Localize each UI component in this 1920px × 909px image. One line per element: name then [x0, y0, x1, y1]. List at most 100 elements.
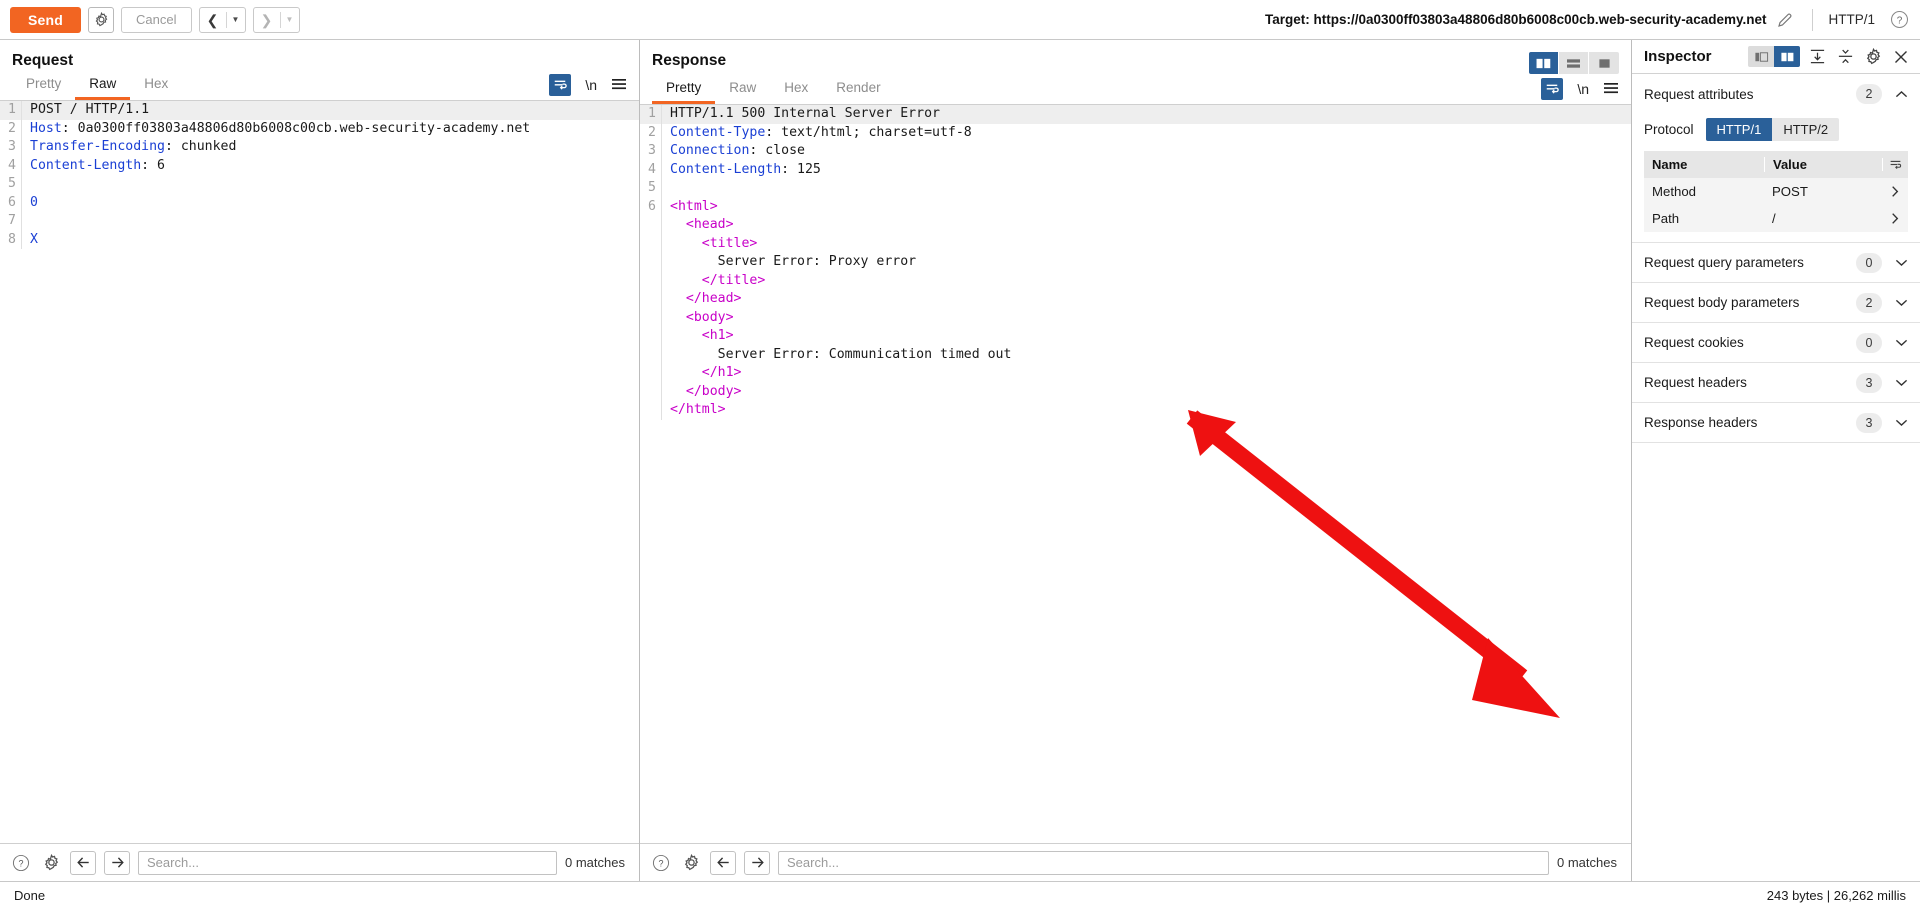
request-menu-button[interactable]: [611, 77, 627, 94]
line-content: [22, 212, 38, 231]
inspector-body: Request attributes 2 Protocol HTTP/1 HTT…: [1632, 74, 1920, 881]
chevron-down-glyph: [1895, 419, 1907, 426]
line-content: Transfer-Encoding: chunked: [30, 139, 237, 154]
response-search-next-button[interactable]: [744, 850, 770, 875]
row-expand-chevron-right-icon[interactable]: [1882, 185, 1908, 198]
send-button[interactable]: Send: [10, 6, 82, 33]
column-header-name: Name: [1652, 157, 1688, 172]
caret-down-icon: ▼: [285, 15, 294, 24]
edit-target-pencil-icon[interactable]: [1773, 8, 1797, 32]
request-newline-toggle[interactable]: \n: [585, 77, 597, 93]
line-content: </title>: [670, 272, 766, 288]
request-search-help-button[interactable]: ?: [10, 852, 32, 874]
tab-response-raw[interactable]: Raw: [715, 74, 770, 104]
tab-response-pretty[interactable]: Pretty: [652, 74, 716, 104]
inspector-close-button[interactable]: [1890, 46, 1912, 68]
inspector-pane: Inspector Request attributes 2 Protocol …: [1632, 40, 1920, 881]
response-tabs-row: Pretty Raw Hex Render \n: [640, 74, 1631, 105]
layout-side-by-side-button[interactable]: [1529, 52, 1559, 74]
line-number: 2: [640, 123, 662, 142]
back-button-group[interactable]: ❮ ▼: [198, 6, 246, 33]
cancel-button[interactable]: Cancel: [121, 6, 192, 33]
table-wrap-toggle[interactable]: [1882, 158, 1908, 171]
line-number: 5: [0, 175, 22, 194]
inspector-section-request-body-parameters[interactable]: Request body parameters 2: [1632, 283, 1920, 323]
back-button[interactable]: ❮: [200, 8, 226, 32]
code-line: 3 Connection: close: [640, 142, 1631, 161]
code-line: <title>: [640, 234, 1631, 253]
protocol-label: Protocol: [1644, 122, 1694, 137]
chevron-down-icon[interactable]: [1894, 258, 1908, 267]
line-number: [640, 308, 662, 327]
back-history-dropdown[interactable]: ▼: [227, 8, 245, 32]
inspector-panel-left-button[interactable]: [1748, 46, 1774, 67]
inspector-panel-right-button[interactable]: [1774, 46, 1800, 67]
chevron-down-icon[interactable]: [1894, 378, 1908, 387]
forward-button-group[interactable]: ❯ ▼: [252, 6, 300, 33]
chevron-up-icon[interactable]: [1894, 90, 1908, 99]
section-label: Request headers: [1644, 375, 1747, 390]
line-number: [640, 290, 662, 309]
protocol-option-http2[interactable]: HTTP/2: [1772, 118, 1840, 141]
response-search-settings-button[interactable]: [680, 852, 702, 874]
response-search-prev-button[interactable]: [710, 850, 736, 875]
close-icon: [1895, 50, 1907, 63]
inspector-protocol-row: Protocol HTTP/1 HTTP/2: [1632, 114, 1920, 151]
request-search-next-button[interactable]: [104, 850, 130, 875]
tab-request-hex[interactable]: Hex: [130, 70, 182, 100]
layout-stacked-button[interactable]: [1559, 52, 1589, 74]
response-menu-button[interactable]: [1603, 81, 1619, 98]
inspector-collapse-all-button[interactable]: [1834, 46, 1856, 68]
forward-history-dropdown[interactable]: ▼: [281, 8, 299, 32]
request-search-prev-button[interactable]: [70, 850, 96, 875]
svg-text:?: ?: [18, 858, 23, 868]
tab-request-raw[interactable]: Raw: [75, 70, 131, 100]
request-word-wrap-button[interactable]: [549, 74, 572, 96]
response-word-wrap-button[interactable]: [1541, 78, 1564, 100]
response-search-help-button[interactable]: ?: [650, 852, 672, 874]
line-number: 7: [0, 212, 22, 231]
request-editor[interactable]: 1 POST / HTTP/1.1 2 Host: 0a0300ff03803a488…: [0, 101, 639, 843]
response-tab-tools: \n: [1541, 78, 1619, 104]
code-line: </body>: [640, 382, 1631, 401]
send-settings-gear-icon[interactable]: [88, 6, 115, 33]
row-expand-chevron-right-icon[interactable]: [1882, 212, 1908, 225]
inspector-section-response-headers[interactable]: Response headers 3: [1632, 403, 1920, 443]
help-button[interactable]: ?: [1888, 9, 1910, 31]
section-label: Request attributes: [1644, 86, 1754, 102]
code-line: 1 POST / HTTP/1.1: [0, 101, 639, 120]
line-content: <head>: [670, 217, 734, 232]
line-number: 6: [640, 197, 662, 216]
protocol-option-http1[interactable]: HTTP/1: [1705, 118, 1773, 141]
line-content: Server Error: Proxy error: [670, 254, 917, 269]
table-row[interactable]: Path /: [1644, 205, 1908, 232]
arrow-right-icon: [751, 857, 764, 868]
request-search-input[interactable]: [138, 850, 558, 875]
code-line: 3 Transfer-Encoding: chunked: [0, 138, 639, 157]
tab-request-pretty[interactable]: Pretty: [12, 70, 75, 100]
chevron-down-icon[interactable]: [1894, 338, 1908, 347]
inspector-expand-all-button[interactable]: [1806, 46, 1828, 68]
chevron-down-icon[interactable]: [1894, 298, 1908, 307]
target-label: Target: https://0a0300ff03803a48806d80b6…: [1264, 12, 1767, 27]
table-row[interactable]: Method POST: [1644, 178, 1908, 205]
chevron-down-icon[interactable]: [1894, 418, 1908, 427]
code-line: 5: [640, 179, 1631, 198]
layout-single-button[interactable]: [1589, 52, 1619, 74]
inspector-settings-button[interactable]: [1862, 46, 1884, 68]
response-search-input[interactable]: [778, 850, 1550, 875]
forward-button[interactable]: ❯: [254, 8, 280, 32]
tab-response-render[interactable]: Render: [822, 74, 894, 104]
inspector-section-request-headers[interactable]: Request headers 3: [1632, 363, 1920, 403]
inspector-section-request-query-parameters[interactable]: Request query parameters 0: [1632, 243, 1920, 283]
protocol-segmented-control: HTTP/1 HTTP/2: [1705, 118, 1840, 141]
response-title: Response: [652, 52, 727, 69]
tab-response-hex[interactable]: Hex: [770, 74, 822, 104]
inspector-section-request-attributes[interactable]: Request attributes 2: [1632, 74, 1920, 114]
response-editor[interactable]: 1 HTTP/1.1 500 Internal Server Error 2 Cont…: [640, 105, 1631, 843]
section-label: Request body parameters: [1644, 295, 1800, 310]
code-line: Server Error: Communication timed out: [640, 345, 1631, 364]
response-newline-toggle[interactable]: \n: [1577, 81, 1589, 97]
request-search-settings-button[interactable]: [40, 852, 62, 874]
inspector-section-request-cookies[interactable]: Request cookies 0: [1632, 323, 1920, 363]
